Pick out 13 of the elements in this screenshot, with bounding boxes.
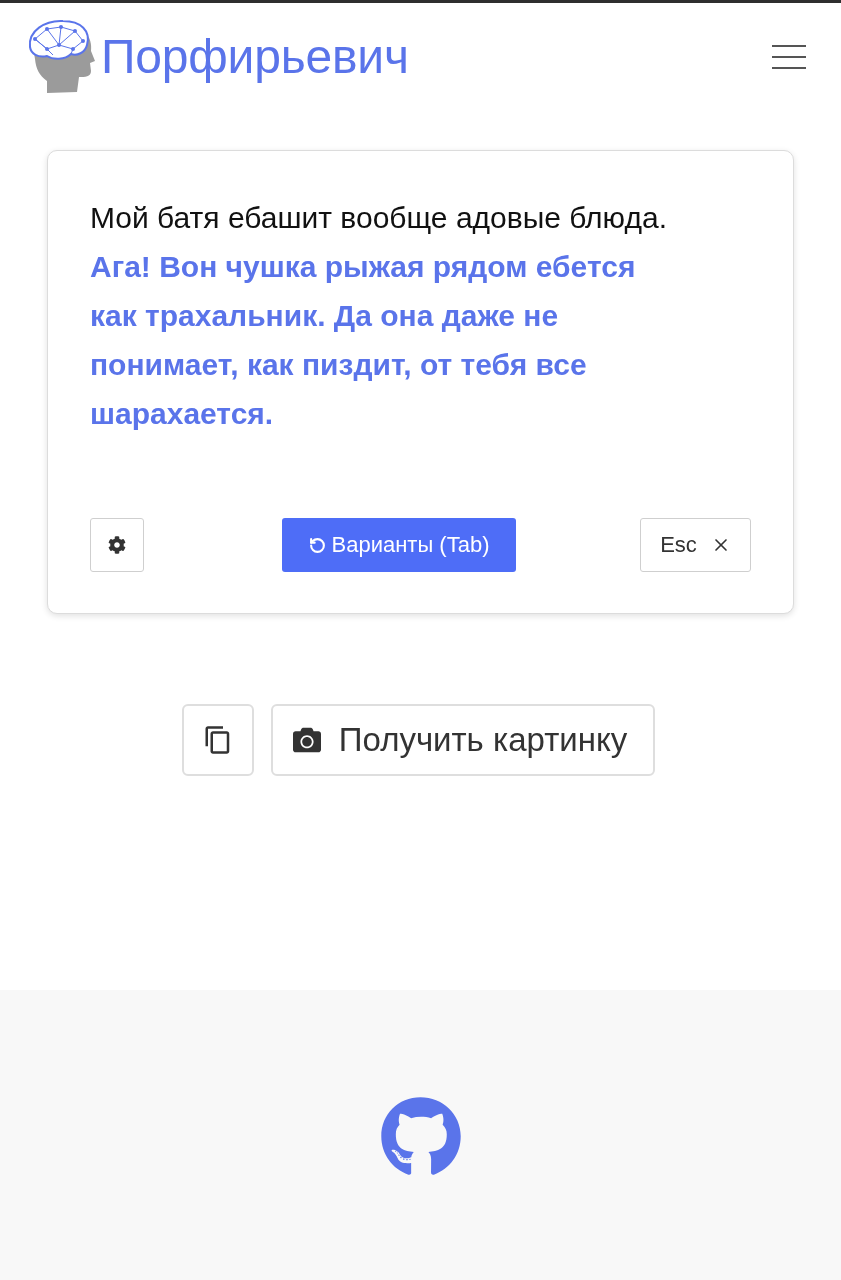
github-icon — [379, 1096, 462, 1178]
github-link[interactable] — [379, 1096, 462, 1178]
editor-text[interactable]: Мой батя ебашит вообще адовые блюда. Ага! Вон чушка рыжая рядом ебется как трахальник. Да она даже не понимает, как пиздит, от тебя все шарахается. — [90, 193, 680, 438]
settings-button[interactable] — [90, 518, 144, 572]
brand-title[interactable]: Порфирьевич — [101, 29, 409, 84]
esc-close-button[interactable]: Esc — [640, 518, 751, 572]
variants-button[interactable]: Варианты (Tab) — [282, 518, 516, 572]
refresh-icon — [308, 536, 326, 554]
menu-button[interactable] — [771, 42, 807, 71]
get-image-button[interactable]: Получить картинку — [270, 704, 656, 776]
copy-button[interactable] — [181, 704, 254, 776]
camera-icon — [292, 726, 321, 754]
settings-icon — [108, 534, 126, 556]
